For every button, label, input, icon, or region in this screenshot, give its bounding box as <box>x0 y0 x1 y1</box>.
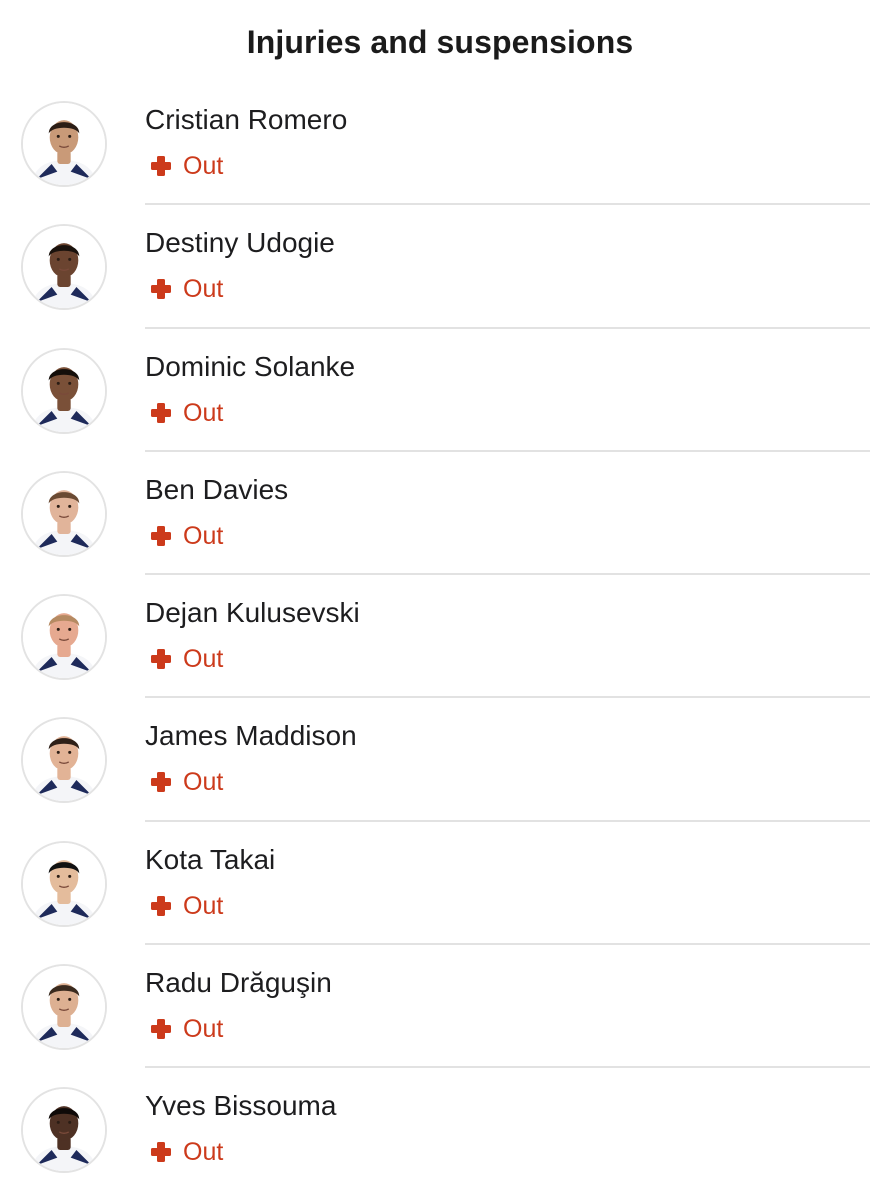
player-avatar <box>21 964 107 1051</box>
medical-cross-icon <box>150 402 172 424</box>
medical-cross-icon <box>150 1018 172 1040</box>
player-name: Dominic Solanke <box>145 350 356 382</box>
player-name: Destiny Udogie <box>145 227 335 259</box>
player-row[interactable]: Dominic Solanke Out <box>0 329 870 452</box>
medical-cross-icon <box>150 155 172 177</box>
status-label: Out <box>183 1015 224 1044</box>
status-label: Out <box>183 768 224 797</box>
status-label: Out <box>183 1138 224 1167</box>
player-avatar <box>21 347 107 434</box>
status-label: Out <box>183 891 224 920</box>
medical-cross-icon <box>150 771 172 793</box>
player-row[interactable]: Destiny Udogie Out <box>0 205 870 329</box>
player-name: James Maddison <box>145 720 357 752</box>
player-name: Radu Drăguşin <box>145 967 332 999</box>
player-avatar <box>21 470 107 557</box>
medical-cross-icon <box>150 1141 172 1163</box>
injury-status: Out <box>150 522 223 550</box>
player-avatar <box>21 1087 107 1174</box>
player-row[interactable]: Dejan Kulusevski Out <box>0 575 870 699</box>
medical-cross-icon <box>150 895 172 917</box>
player-avatar <box>21 224 107 311</box>
injury-status: Out <box>150 399 223 427</box>
status-label: Out <box>183 398 224 427</box>
injury-status: Out <box>150 1015 223 1043</box>
player-row[interactable]: James Maddison Out <box>0 698 870 822</box>
player-avatar <box>21 840 107 927</box>
injury-status: Out <box>150 645 223 673</box>
injury-status: Out <box>150 1138 223 1166</box>
status-label: Out <box>183 275 224 304</box>
injury-status: Out <box>150 152 223 180</box>
medical-cross-icon <box>150 525 172 547</box>
player-row[interactable]: Yves Bissouma Out <box>0 1068 870 1191</box>
medical-cross-icon <box>150 648 172 670</box>
status-label: Out <box>183 645 224 674</box>
player-avatar <box>21 594 107 681</box>
player-name: Yves Bissouma <box>145 1090 337 1122</box>
player-row[interactable]: Cristian Romero Out <box>0 82 870 206</box>
player-avatar <box>21 101 107 187</box>
player-name: Dejan Kulusevski <box>145 597 360 629</box>
injury-status: Out <box>150 892 223 920</box>
player-name: Cristian Romero <box>145 104 348 135</box>
player-name: Kota Takai <box>145 843 276 875</box>
status-label: Out <box>183 521 224 550</box>
player-avatar <box>21 717 107 804</box>
injury-list: Cristian Romero Out Destiny Udogie Out Domin… <box>0 82 870 1192</box>
player-row[interactable]: Ben Davies Out <box>0 452 870 576</box>
page-title: Injuries and suspensions <box>246 24 634 60</box>
player-row[interactable]: Radu Drăguşin Out <box>0 945 870 1069</box>
status-label: Out <box>183 152 224 180</box>
medical-cross-icon <box>150 278 172 300</box>
player-row[interactable]: Kota Takai Out <box>0 822 870 946</box>
player-name: Ben Davies <box>145 473 289 505</box>
injury-status: Out <box>150 275 223 303</box>
injury-status: Out <box>150 768 223 796</box>
